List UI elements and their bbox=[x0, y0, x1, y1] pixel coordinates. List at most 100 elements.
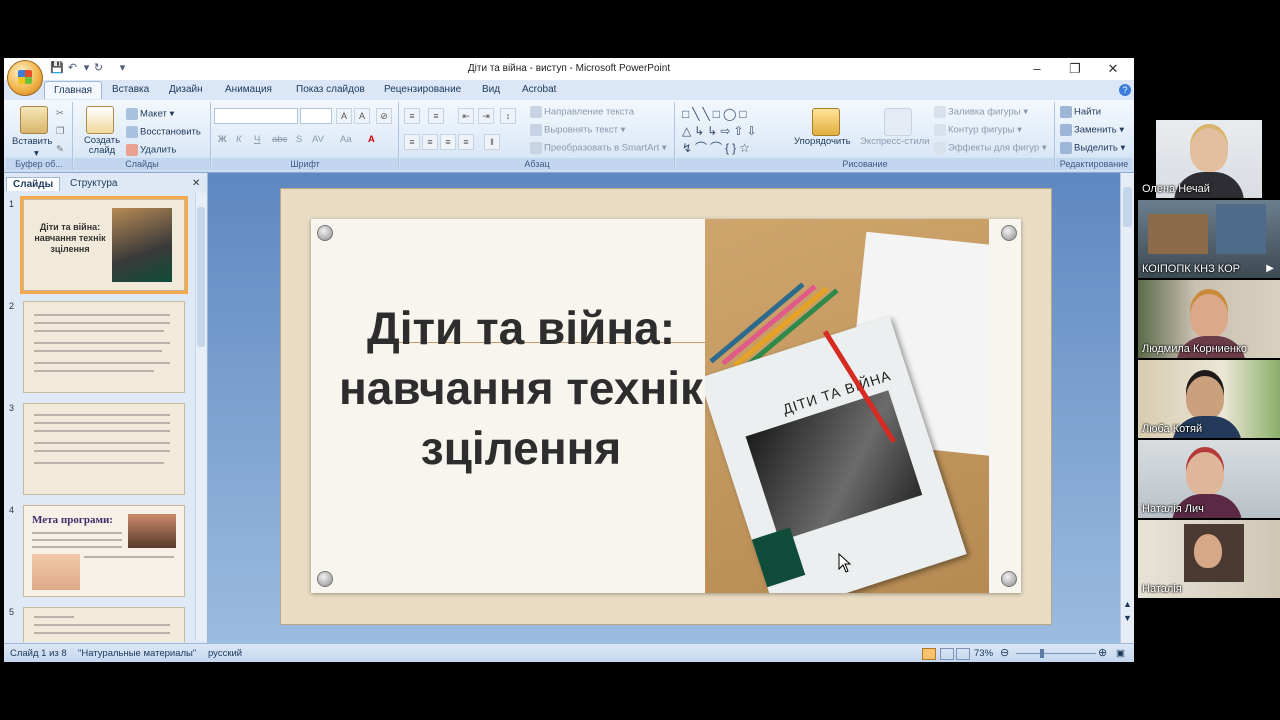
zoom-in-icon[interactable]: ⊕ bbox=[1098, 646, 1107, 659]
zoom-slider[interactable] bbox=[1016, 653, 1096, 654]
arrange-button[interactable]: Упорядочить bbox=[794, 136, 851, 147]
participant-face bbox=[1190, 128, 1228, 172]
participant-name: Наталія Лич bbox=[1142, 503, 1204, 515]
close-button[interactable]: ✕ bbox=[1098, 60, 1128, 78]
text-direction-button[interactable]: Направление текста bbox=[530, 106, 634, 118]
rivet-icon bbox=[317, 571, 333, 587]
panel-scrollbar[interactable] bbox=[195, 193, 206, 641]
zoom-slider-handle[interactable] bbox=[1040, 649, 1044, 658]
slide-thumb-2[interactable] bbox=[23, 301, 185, 393]
slide-editing-area: Діти та війна: навчання технік зцілення … bbox=[208, 173, 1120, 643]
help-icon[interactable]: ? bbox=[1119, 84, 1131, 96]
shadow-icon[interactable]: S bbox=[296, 134, 302, 145]
bullets-icon[interactable]: ≡ bbox=[404, 108, 420, 124]
slide-scrollbar[interactable]: ▲ ▼ bbox=[1120, 173, 1134, 643]
tab-outline[interactable]: Структура bbox=[64, 177, 123, 190]
smartart-button[interactable]: Преобразовать в SmartArt ▾ bbox=[530, 142, 667, 154]
layout-button[interactable]: Макет ▾ bbox=[126, 108, 174, 120]
decrease-indent-icon[interactable]: ⇤ bbox=[458, 108, 474, 124]
strikethrough-icon[interactable]: abc bbox=[272, 134, 287, 145]
close-panel-icon[interactable]: ✕ bbox=[192, 178, 200, 189]
delete-slide-button[interactable]: Удалить bbox=[126, 144, 176, 156]
slide-photo[interactable]: ДІТИ ТА ВІЙНА bbox=[705, 219, 989, 593]
video-tile[interactable]: Олена Нечай bbox=[1138, 120, 1262, 198]
status-bar: Слайд 1 из 8 "Натуральные материалы" рус… bbox=[4, 643, 1134, 662]
shape-effects-button[interactable]: Эффекты для фигур ▾ bbox=[934, 142, 1047, 154]
binoculars-icon bbox=[1060, 106, 1072, 118]
underline-icon[interactable]: Ч bbox=[254, 134, 260, 145]
cut-icon[interactable]: ✂ bbox=[56, 108, 64, 119]
slideshow-view-icon[interactable] bbox=[956, 648, 970, 660]
tab-home[interactable]: Главная bbox=[44, 81, 103, 99]
minimize-button[interactable]: – bbox=[1022, 60, 1052, 78]
increase-indent-icon[interactable]: ⇥ bbox=[478, 108, 494, 124]
slide-thumb-3[interactable] bbox=[23, 403, 185, 495]
prev-slide-icon[interactable]: ▲ bbox=[1123, 599, 1132, 609]
tab-slideshow[interactable]: Показ слайдов bbox=[296, 84, 365, 95]
current-slide[interactable]: Діти та війна: навчання технік зцілення … bbox=[280, 188, 1052, 625]
italic-icon[interactable]: К bbox=[236, 134, 242, 145]
slide-thumb-5[interactable] bbox=[23, 607, 185, 642]
font-family-field[interactable] bbox=[214, 108, 298, 124]
align-right-icon[interactable]: ≡ bbox=[440, 134, 456, 150]
delete-icon bbox=[126, 144, 138, 156]
thumb-number: 4 bbox=[9, 505, 15, 515]
format-painter-icon[interactable]: ✎ bbox=[56, 144, 64, 155]
slide-title[interactable]: Діти та війна: навчання технік зцілення bbox=[311, 299, 731, 478]
restore-button[interactable]: ❐ bbox=[1060, 60, 1090, 78]
new-slide-button[interactable]: Создать слайд bbox=[82, 136, 122, 156]
select-button[interactable]: Выделить ▾ bbox=[1060, 142, 1125, 154]
numbering-icon[interactable]: ≡ bbox=[428, 108, 444, 124]
video-tile[interactable]: Наталія bbox=[1138, 520, 1280, 598]
zoom-out-icon[interactable]: ⊖ bbox=[1000, 646, 1009, 659]
video-tile[interactable]: Наталія Лич bbox=[1138, 440, 1280, 518]
font-size-field[interactable] bbox=[300, 108, 332, 124]
align-left-icon[interactable]: ≡ bbox=[404, 134, 420, 150]
columns-icon[interactable]: ‖ bbox=[484, 134, 500, 150]
justify-icon[interactable]: ≡ bbox=[458, 134, 474, 150]
font-color-icon[interactable]: A bbox=[368, 134, 375, 145]
tab-review[interactable]: Рецензирование bbox=[384, 84, 461, 95]
shape-fill-button[interactable]: Заливка фигуры ▾ bbox=[934, 106, 1028, 118]
normal-view-icon[interactable] bbox=[922, 648, 936, 660]
next-slide-icon[interactable]: ▼ bbox=[1123, 613, 1132, 623]
video-tile[interactable]: Людмила Корниенко bbox=[1138, 280, 1280, 358]
quick-styles-icon bbox=[884, 108, 912, 136]
copy-icon[interactable]: ❐ bbox=[56, 126, 65, 137]
spacing-icon[interactable]: AV bbox=[312, 134, 324, 145]
replace-button[interactable]: Заменить ▾ bbox=[1060, 124, 1124, 136]
tab-slides[interactable]: Слайды bbox=[6, 177, 61, 191]
language-indicator[interactable]: русский bbox=[208, 648, 242, 659]
thumb-title: Діти та війна: навчання технік зцілення bbox=[34, 222, 106, 254]
paste-button[interactable]: Вставить bbox=[12, 136, 52, 147]
bold-icon[interactable]: Ж bbox=[218, 134, 227, 145]
shape-outline-button[interactable]: Контур фигуры ▾ bbox=[934, 124, 1022, 136]
tab-insert[interactable]: Вставка bbox=[112, 84, 149, 95]
quick-styles-button[interactable]: Экспресс-стили bbox=[860, 136, 929, 147]
slide-thumb-4[interactable]: Мета програми: bbox=[23, 505, 185, 597]
sorter-view-icon[interactable] bbox=[940, 648, 954, 660]
reset-button[interactable]: Восстановить bbox=[126, 126, 201, 138]
align-center-icon[interactable]: ≡ bbox=[422, 134, 438, 150]
fit-window-icon[interactable]: ▣ bbox=[1116, 648, 1125, 659]
shapes-gallery[interactable]: □╲╲□◯□ △↳↳⇨⇧⇩ ↯⌒⌒{}☆ bbox=[682, 106, 786, 158]
office-button[interactable] bbox=[7, 60, 43, 96]
clipboard-group-label: Буфер об... bbox=[6, 158, 72, 170]
zoom-level[interactable]: 73% bbox=[974, 648, 993, 659]
shrink-font-icon[interactable]: A bbox=[354, 108, 370, 124]
video-tile[interactable]: КОІПОПК КНЗ КОР ▶ bbox=[1138, 200, 1280, 278]
case-icon[interactable]: Aa bbox=[340, 134, 352, 145]
grow-font-icon[interactable]: A bbox=[336, 108, 352, 124]
text-direction-icon bbox=[530, 106, 542, 118]
line-spacing-icon[interactable]: ↕ bbox=[500, 108, 516, 124]
rivet-icon bbox=[1001, 571, 1017, 587]
tab-view[interactable]: Вид bbox=[482, 84, 500, 95]
align-text-button[interactable]: Выровнять текст ▾ bbox=[530, 124, 625, 136]
tab-animation[interactable]: Анимация bbox=[225, 84, 272, 95]
find-button[interactable]: Найти bbox=[1060, 106, 1101, 118]
clear-format-icon[interactable]: ⊘ bbox=[376, 108, 392, 124]
tab-acrobat[interactable]: Acrobat bbox=[522, 84, 556, 95]
slide-thumb-1[interactable]: Діти та війна: навчання технік зцілення bbox=[20, 196, 188, 294]
tab-design[interactable]: Дизайн bbox=[169, 84, 203, 95]
video-tile[interactable]: Люба Котяй bbox=[1138, 360, 1280, 438]
